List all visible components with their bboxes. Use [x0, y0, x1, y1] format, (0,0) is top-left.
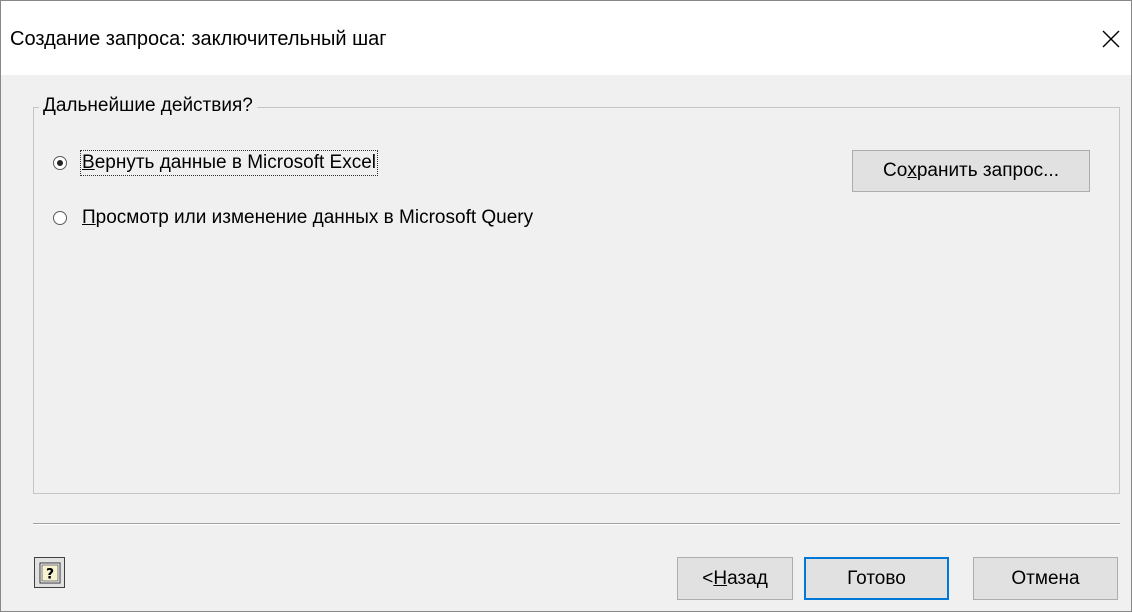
back-button[interactable]: < Назад — [677, 557, 793, 600]
radio-view-in-query[interactable] — [53, 211, 67, 225]
close-icon — [1102, 30, 1120, 48]
help-button[interactable]: ? — [34, 557, 65, 588]
bottom-separator — [33, 523, 1120, 525]
save-query-button[interactable]: Со х ранить запрос... — [852, 150, 1090, 192]
dialog-window: Создание запроса: заключительный шаг Дал… — [0, 0, 1132, 612]
option-return-to-excel[interactable]: Вернуть данные в Microsoft Excel — [53, 150, 379, 176]
close-button[interactable] — [1091, 19, 1131, 59]
svg-text:?: ? — [45, 566, 53, 582]
finish-button[interactable]: Готово — [804, 557, 949, 600]
title-bar: Создание запроса: заключительный шаг — [1, 1, 1131, 75]
cancel-button[interactable]: Отмена — [973, 557, 1118, 600]
option-label-view-in-query: Просмотр или изменение данных в Microsof… — [82, 207, 534, 228]
help-icon: ? — [39, 562, 60, 583]
group-legend: Дальнейшие действия? — [39, 95, 257, 117]
option-label-return-to-excel: Вернуть данные в Microsoft Excel — [79, 150, 379, 176]
window-title: Создание запроса: заключительный шаг — [10, 28, 387, 50]
option-view-in-query[interactable]: Просмотр или изменение данных в Microsof… — [53, 207, 533, 229]
radio-return-to-excel[interactable] — [53, 156, 67, 170]
